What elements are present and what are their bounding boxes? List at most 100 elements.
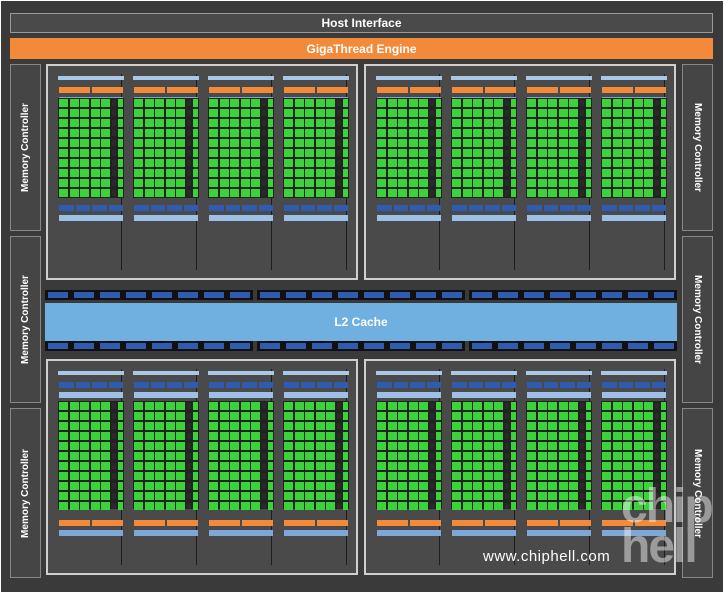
sfu-unit — [112, 443, 116, 449]
cuda-core — [452, 402, 461, 410]
cuda-core — [527, 452, 536, 460]
cuda-core — [537, 179, 547, 187]
l2-cache: L2 Cache — [45, 303, 677, 341]
cuda-core — [209, 149, 218, 157]
cuda-core — [305, 169, 314, 177]
cuda-core — [419, 482, 428, 490]
cuda-core — [80, 119, 89, 127]
sfu-unit — [112, 403, 116, 409]
gpc-bottom-left — [46, 359, 358, 575]
cuda-core — [294, 149, 304, 157]
cuda-core — [284, 502, 293, 510]
crossbar-track — [257, 341, 465, 351]
sfu-unit — [580, 130, 584, 136]
cuda-core — [548, 452, 557, 460]
cuda-core — [548, 422, 557, 430]
cuda-core — [251, 472, 260, 480]
cuda-core — [483, 189, 493, 197]
cuda-core — [387, 432, 397, 440]
crossbar-segment — [260, 343, 280, 349]
warp-scheduler-bar-segment — [452, 520, 483, 526]
cuda-core — [315, 422, 325, 430]
cuda-core — [377, 462, 386, 470]
texture-bar — [526, 214, 592, 222]
cuda-core — [219, 129, 229, 137]
cuda-core — [377, 139, 386, 147]
texture-bar-segment — [284, 392, 348, 398]
cuda-core-grid — [526, 98, 592, 198]
cuda-core — [69, 502, 79, 510]
cuda-core — [558, 149, 568, 157]
cuda-core — [452, 109, 461, 117]
cuda-core — [408, 159, 418, 167]
cuda-core — [602, 169, 611, 177]
cuda-core — [69, 139, 79, 147]
cuda-core — [452, 169, 461, 177]
cuda-core — [251, 129, 260, 137]
cuda-core — [90, 422, 100, 430]
cuda-core — [144, 109, 154, 117]
cuda-core — [315, 129, 325, 137]
sfu-unit — [505, 413, 509, 419]
cuda-core — [176, 109, 185, 117]
cuda-core — [294, 129, 304, 137]
cuda-core — [305, 189, 314, 197]
cuda-core — [558, 452, 568, 460]
cuda-core — [398, 492, 407, 500]
crossbar-segment — [178, 292, 198, 298]
cuda-core — [90, 412, 100, 420]
cuda-core — [284, 442, 293, 450]
cuda-core — [602, 149, 611, 157]
crossbar-track — [45, 341, 253, 351]
dispatch-bar — [133, 529, 199, 537]
cuda-core — [548, 402, 557, 410]
cuda-core — [101, 189, 110, 197]
cuda-core — [527, 109, 536, 117]
cuda-core — [240, 109, 250, 117]
cuda-core — [294, 189, 304, 197]
cuda-core — [387, 402, 397, 410]
cuda-core — [144, 462, 154, 470]
load-store-bar — [601, 204, 667, 212]
cuda-core — [537, 109, 547, 117]
cuda-core — [387, 99, 397, 107]
cuda-core — [483, 432, 493, 440]
sfu-unit — [262, 403, 266, 409]
cuda-core — [209, 109, 218, 117]
cuda-core — [537, 189, 547, 197]
cuda-core — [90, 189, 100, 197]
sfu-unit — [580, 160, 584, 166]
cuda-core — [569, 462, 578, 470]
warp-scheduler-bar — [601, 86, 667, 94]
cuda-core — [633, 119, 643, 127]
cuda-core — [612, 119, 622, 127]
cuda-core — [326, 109, 335, 117]
cuda-core-grid — [451, 401, 517, 510]
cuda-core — [134, 149, 143, 157]
warp-scheduler-bar-segment — [209, 520, 240, 526]
cuda-core — [294, 179, 304, 187]
cuda-core — [419, 129, 428, 137]
cuda-core — [602, 99, 611, 107]
cuda-core — [284, 492, 293, 500]
cuda-core — [155, 482, 164, 490]
warp-scheduler-bar — [58, 519, 124, 527]
cuda-core — [558, 432, 568, 440]
warp-scheduler-bar — [451, 86, 517, 94]
cuda-core — [165, 402, 175, 410]
load-store-bar-segment — [108, 205, 123, 211]
cuda-core — [101, 452, 110, 460]
cuda-core — [623, 422, 632, 430]
crossbar-segment — [390, 343, 410, 349]
sfu-unit — [112, 120, 116, 126]
sfu-unit — [112, 473, 116, 479]
sfu-unit — [430, 483, 434, 489]
cuda-core — [315, 402, 325, 410]
cuda-core — [294, 502, 304, 510]
cuda-core — [134, 159, 143, 167]
warp-scheduler-bar-segment — [209, 87, 240, 93]
cuda-core — [644, 149, 653, 157]
sfu-unit — [187, 413, 191, 419]
cuda-core — [219, 502, 229, 510]
cuda-core — [134, 492, 143, 500]
